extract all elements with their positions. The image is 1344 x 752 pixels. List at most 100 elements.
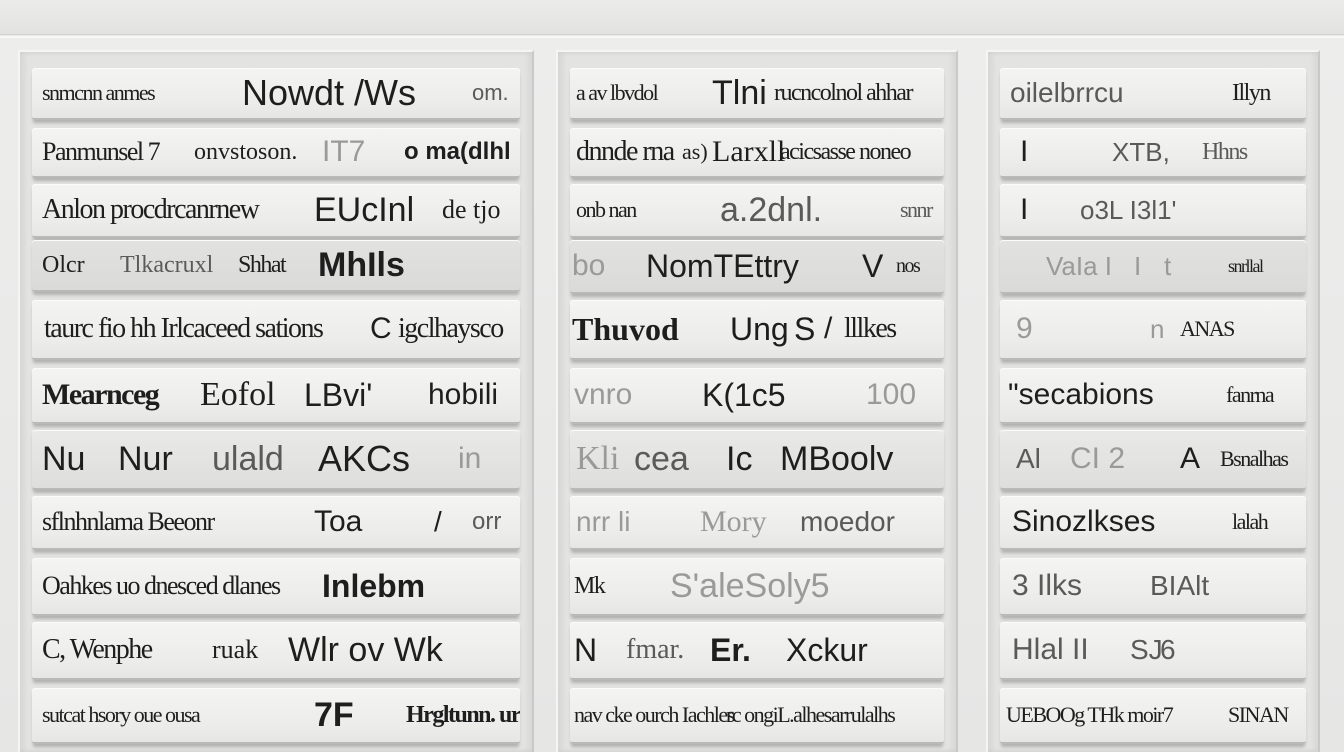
plate-text: t bbox=[1164, 251, 1172, 281]
plate-text: Bsnalhas bbox=[1220, 446, 1289, 471]
sign-plate: Sinozlkses lalah bbox=[1000, 496, 1306, 550]
sign-plate: 3 Ilks BIAlt bbox=[1000, 558, 1306, 616]
plate-text: lalah bbox=[1232, 509, 1269, 534]
plate-text: Hlal II bbox=[1012, 633, 1089, 666]
plate-text: dnnde rna bbox=[576, 136, 675, 167]
plate-text: orr bbox=[472, 508, 502, 535]
plate-text: rucncolnol ahhar bbox=[774, 80, 913, 106]
sign-plate: sutcat hsory oue ousa 7F Hrgltunn. urre bbox=[32, 688, 520, 744]
plate-text: S'aleSoly5 bbox=[670, 567, 830, 605]
plate-text: UEBOOg THk moir7 bbox=[1006, 702, 1174, 727]
plate-text: bo bbox=[572, 249, 606, 282]
plate-text: IT7 bbox=[322, 135, 366, 168]
plate-text: Hrgltunn. urre bbox=[406, 702, 520, 728]
plate-text: Shhat bbox=[238, 252, 287, 278]
sign-panel-middle: a av lbvdol Tlni rucncolnol ahhar dnnde … bbox=[556, 50, 958, 752]
plate-text: Eofol bbox=[200, 376, 276, 413]
sign-panel-left: snmcnn anmes Nowdt /Ws om. Panmunsel 7 o… bbox=[18, 50, 534, 752]
plate-text: sutcat hsory oue ousa bbox=[42, 702, 201, 727]
plate-text: Larxll bbox=[712, 135, 786, 168]
plate-text: XTB, bbox=[1112, 137, 1170, 167]
sign-plate: dnnde rna as) Larxll acicsasse noneo bbox=[570, 128, 944, 178]
plate-text: N bbox=[574, 632, 598, 668]
plate-text: C bbox=[370, 312, 392, 345]
plate-text: EUcInl bbox=[314, 191, 415, 229]
plate-text: snnr bbox=[900, 197, 933, 222]
plate-text: Nur bbox=[118, 440, 173, 478]
plate-text: hobili bbox=[428, 378, 499, 411]
plate-text: V bbox=[862, 248, 884, 284]
plate-text: Mearnceg bbox=[42, 378, 160, 411]
plate-text: snrllal bbox=[1228, 256, 1264, 276]
plate-text: a av lbvdol bbox=[576, 80, 659, 105]
sign-plate: Nu Nur ulald AKCs in bbox=[32, 430, 520, 490]
plate-text: VaIa I bbox=[1046, 251, 1113, 281]
plate-text: Tlni bbox=[712, 74, 767, 112]
sign-plate: Panmunsel 7 onvstoson. IT7 o ma(dlhl bbox=[32, 128, 520, 178]
plate-text: 3 Ilks bbox=[1012, 569, 1083, 602]
sign-plate: nav cke ourch Iachles rc ongiL.alhesarru… bbox=[570, 688, 944, 744]
plate-text: Er. bbox=[710, 632, 751, 668]
plate-text: Ic bbox=[726, 440, 753, 478]
plate-text: Al bbox=[1016, 443, 1041, 474]
sign-plate: I o3L I3l1' bbox=[1000, 184, 1306, 238]
sign-plate: Kli cea Ic MBoolv bbox=[570, 430, 944, 490]
plate-text: MBoolv bbox=[780, 440, 894, 478]
sign-plate: C, Wenphe ruak Wlr ov Wk bbox=[32, 622, 520, 680]
plate-text: fanrna bbox=[1226, 382, 1275, 407]
sign-plate: Anlon procdrcanrnew EUcInl de tjo bbox=[32, 184, 520, 238]
plate-text: Wlr ov Wk bbox=[288, 631, 443, 669]
sign-panel-right: oilelbrrcu Illyn I XTB, Hhns I o3L I3l1'… bbox=[986, 50, 1320, 752]
sign-plate: Al CI 2 A Bsnalhas bbox=[1000, 430, 1306, 490]
sign-plate: I XTB, Hhns bbox=[1000, 128, 1306, 178]
plate-text: Kli bbox=[576, 440, 620, 477]
plate-text: Anlon procdrcanrnew bbox=[42, 194, 260, 225]
plate-text: SINAN bbox=[1228, 702, 1289, 727]
plate-text: vnro bbox=[574, 378, 633, 411]
plate-text: Illyn bbox=[1232, 80, 1271, 106]
sign-plate: N fmar. Er. Xckur bbox=[570, 622, 944, 680]
plate-text: I bbox=[1020, 193, 1029, 226]
sign-plate: a av lbvdol Tlni rucncolnol ahhar bbox=[570, 68, 944, 120]
sign-plate: oilelbrrcu Illyn bbox=[1000, 68, 1306, 120]
plate-text: I bbox=[1020, 135, 1029, 168]
sign-plate: 9 n ANAS bbox=[1000, 300, 1306, 360]
plate-text: Mk bbox=[574, 573, 606, 599]
plate-text: onb nan bbox=[576, 197, 637, 222]
plate-text: / bbox=[434, 506, 442, 537]
plate-text: igclhaysco bbox=[398, 313, 504, 344]
plate-text: MhIls bbox=[318, 246, 405, 284]
plate-text: Ung bbox=[730, 311, 789, 347]
sign-plate: UEBOOg THk moir7 SINAN bbox=[1000, 688, 1306, 744]
plate-text: oilelbrrcu bbox=[1010, 77, 1124, 108]
plate-text: I bbox=[1134, 251, 1142, 281]
plate-text: S bbox=[794, 311, 816, 347]
plate-text: n bbox=[1150, 314, 1165, 344]
plate-text: SJ bbox=[1130, 634, 1163, 665]
plate-text: lllkes bbox=[844, 313, 897, 344]
plate-text: / bbox=[824, 312, 833, 345]
sign-plate: vnro K(1c5 100 bbox=[570, 368, 944, 424]
plate-text: CI 2 bbox=[1070, 442, 1126, 475]
plate-text: om. bbox=[472, 80, 509, 105]
sign-plate: Mearnceg Eofol LBvi' hobili bbox=[32, 368, 520, 424]
plate-text: Thuvod bbox=[572, 311, 679, 347]
sign-plate: VaIa I I t snrllal bbox=[1000, 240, 1306, 294]
plate-text: Toa bbox=[314, 505, 363, 538]
plate-text: ruak bbox=[212, 635, 259, 664]
sign-plate: bo NomTEttry V nos bbox=[570, 240, 944, 294]
plate-text: Nu bbox=[42, 440, 86, 478]
plate-text: o3L I3l1' bbox=[1080, 195, 1177, 225]
sign-plate: onb nan a.2dnl. snnr bbox=[570, 184, 944, 238]
plate-text: Oahkes uo dnesced dlanes bbox=[42, 571, 281, 600]
sign-plate: Hlal II SJ 6 bbox=[1000, 622, 1306, 680]
sign-plate: Olcr Tlkacruxl Shhat MhIls bbox=[32, 240, 520, 292]
plate-text: moedor bbox=[800, 506, 895, 537]
plate-text: in bbox=[458, 442, 482, 475]
plate-text: nav cke ourch Iachles bbox=[574, 702, 735, 727]
plate-text: de tjo bbox=[442, 195, 501, 224]
plate-text: Olcr bbox=[42, 252, 85, 278]
plate-text: o ma(dlhl bbox=[404, 138, 511, 165]
sign-plate: snmcnn anmes Nowdt /Ws om. bbox=[32, 68, 520, 120]
wall-top bbox=[0, 0, 1344, 35]
